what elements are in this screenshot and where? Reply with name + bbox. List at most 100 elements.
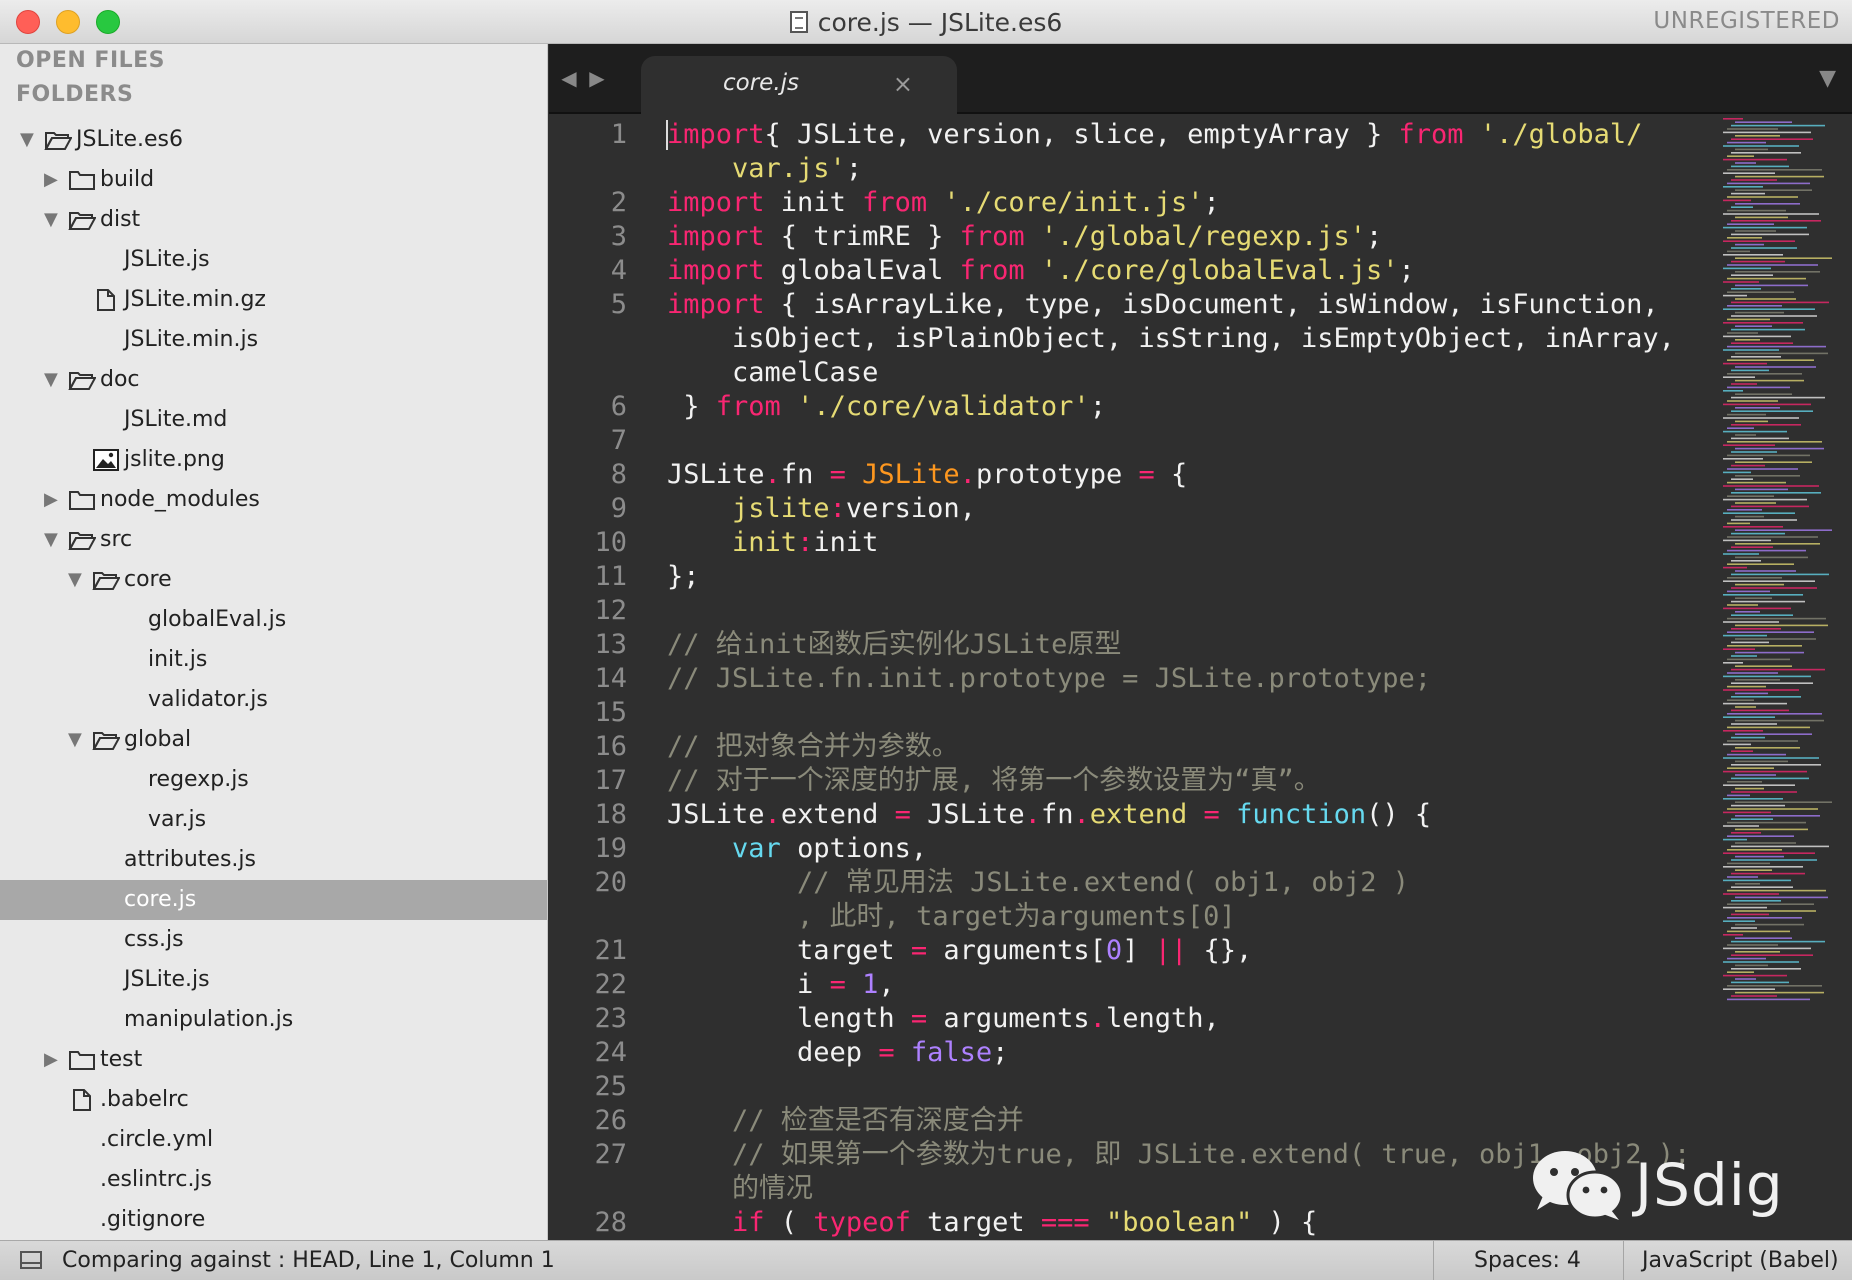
- minimap[interactable]: [1719, 114, 1852, 1014]
- folder-row[interactable]: ▼ JSLite.es6: [0, 120, 547, 160]
- file-row[interactable]: jslite.png: [0, 440, 547, 480]
- tree-item-label: node_modules: [100, 487, 260, 512]
- minimap-line: [1727, 876, 1758, 878]
- file-row[interactable]: validator.js: [0, 680, 547, 720]
- tree-item-label: JSLite.js: [124, 247, 210, 272]
- minimap-line: [1731, 927, 1757, 929]
- minimap-line: [1735, 175, 1824, 178]
- minimap-line: [1727, 781, 1762, 783]
- status-divider: [1433, 1241, 1434, 1280]
- open-files-header[interactable]: OPEN FILES: [16, 48, 165, 73]
- file-row[interactable]: .circle.yml: [0, 1120, 547, 1160]
- minimap-line: [1723, 226, 1807, 229]
- file-row[interactable]: init.js: [0, 640, 547, 680]
- folder-row[interactable]: ▼ dist: [0, 200, 547, 240]
- code-line: import{ JSLite, version, slice, emptyArr…: [667, 118, 1642, 152]
- line-number: 9: [610, 493, 627, 524]
- code-token: ;: [992, 1037, 1009, 1068]
- folder-row[interactable]: ▼ doc: [0, 360, 547, 400]
- window-title: core.js — JSLite.es6: [817, 7, 1063, 37]
- tab-scroll-left-icon[interactable]: ◀: [559, 66, 579, 90]
- editor-window: core.js — JSLite.es6 UNREGISTERED OPEN F…: [0, 0, 1852, 1280]
- file-row[interactable]: attributes.js: [0, 840, 547, 880]
- minimap-line: [1723, 689, 1799, 691]
- file-row[interactable]: globalEval.js: [0, 600, 547, 640]
- folder-row[interactable]: ▼ src: [0, 520, 547, 560]
- minimap-line: [1731, 206, 1753, 208]
- folder-row[interactable]: ▼ global: [0, 720, 547, 760]
- tab-close-icon[interactable]: ×: [893, 70, 913, 98]
- disclosure-open-icon[interactable]: ▼: [44, 520, 58, 560]
- folder-icon: [69, 1051, 95, 1070]
- file-row[interactable]: var.js: [0, 800, 547, 840]
- minimap-line: [1735, 937, 1792, 939]
- code-line: camelCase: [667, 356, 878, 390]
- file-row[interactable]: JSLite.js: [0, 960, 547, 1000]
- disclosure-closed-icon[interactable]: ▶: [44, 480, 58, 520]
- disclosure-open-icon[interactable]: ▼: [68, 560, 82, 600]
- file-row[interactable]: JSLite.min.gz: [0, 280, 547, 320]
- minimap-line: [1731, 152, 1801, 154]
- indentation-setting[interactable]: Spaces: 4: [1474, 1241, 1581, 1280]
- code-token: from: [715, 391, 781, 422]
- file-icon: [73, 1089, 91, 1111]
- folder-row[interactable]: ▼ core: [0, 560, 547, 600]
- minimap-line: [1731, 804, 1785, 807]
- minimap-line: [1731, 369, 1769, 372]
- tab-core-js[interactable]: core.js ×: [641, 56, 957, 114]
- file-row[interactable]: .babelrc: [0, 1080, 547, 1120]
- file-row[interactable]: core.js: [0, 880, 547, 920]
- tab-menu-chevron-down-icon[interactable]: ▼: [1819, 66, 1836, 91]
- minimap-line: [1723, 825, 1759, 827]
- file-row[interactable]: manipulation.js: [0, 1000, 547, 1040]
- file-row[interactable]: css.js: [0, 920, 547, 960]
- code-token: JSLite: [862, 459, 960, 490]
- disclosure-closed-icon[interactable]: ▶: [44, 160, 58, 200]
- file-row[interactable]: JSLite.js: [0, 240, 547, 280]
- folder-row[interactable]: ▶ build: [0, 160, 547, 200]
- folder-row[interactable]: ▶ node_modules: [0, 480, 547, 520]
- minimap-line: [1735, 787, 1764, 790]
- minimap-line: [1727, 318, 1770, 321]
- disclosure-open-icon[interactable]: ▼: [68, 720, 82, 760]
- minimap-line: [1727, 427, 1754, 429]
- code-token: length,: [1105, 1003, 1220, 1034]
- minimap-line: [1727, 563, 1794, 565]
- tree-item-label: core.js: [124, 887, 197, 912]
- folders-header[interactable]: FOLDERS: [16, 82, 133, 107]
- file-row[interactable]: JSLite.min.js: [0, 320, 547, 360]
- code-token: init: [764, 187, 863, 218]
- disclosure-open-icon[interactable]: ▼: [44, 360, 58, 400]
- code-token: from: [862, 187, 928, 218]
- file-row[interactable]: .eslintrc.js: [0, 1160, 547, 1200]
- minimap-line: [1727, 209, 1786, 212]
- tree-item-label: .circle.yml: [100, 1127, 214, 1152]
- folder-row[interactable]: ▶ test: [0, 1040, 547, 1080]
- file-row[interactable]: regexp.js: [0, 760, 547, 800]
- code-line: 的情况: [667, 1172, 813, 1206]
- tree-item-label: .babelrc: [100, 1087, 189, 1112]
- minimap-line: [1735, 434, 1756, 436]
- minimap-line: [1731, 356, 1781, 358]
- tab-scroll-right-icon[interactable]: ▶: [587, 66, 607, 90]
- code-line: deep = false;: [667, 1036, 1008, 1070]
- toggle-panel-icon[interactable]: [20, 1251, 42, 1269]
- disclosure-open-icon[interactable]: ▼: [44, 200, 58, 240]
- disclosure-open-icon[interactable]: ▼: [20, 120, 34, 160]
- minimap-line: [1735, 651, 1804, 654]
- minimap-line: [1731, 859, 1817, 861]
- minimap-line: [1735, 366, 1816, 368]
- file-row[interactable]: .gitignore: [0, 1200, 547, 1240]
- line-number: 1: [610, 119, 627, 150]
- syntax-selector[interactable]: JavaScript (Babel): [1642, 1241, 1839, 1280]
- line-number: 5: [610, 289, 627, 320]
- file-row[interactable]: JSLite.md: [0, 400, 547, 440]
- disclosure-closed-icon[interactable]: ▶: [44, 1040, 58, 1080]
- code-area[interactable]: 1 import{ JSLite, version, slice, emptyAr…: [549, 114, 1704, 1240]
- tree-item-label: JSLite.min.gz: [124, 287, 266, 312]
- minimap-line: [1723, 621, 1779, 623]
- minimap-line: [1727, 549, 1806, 552]
